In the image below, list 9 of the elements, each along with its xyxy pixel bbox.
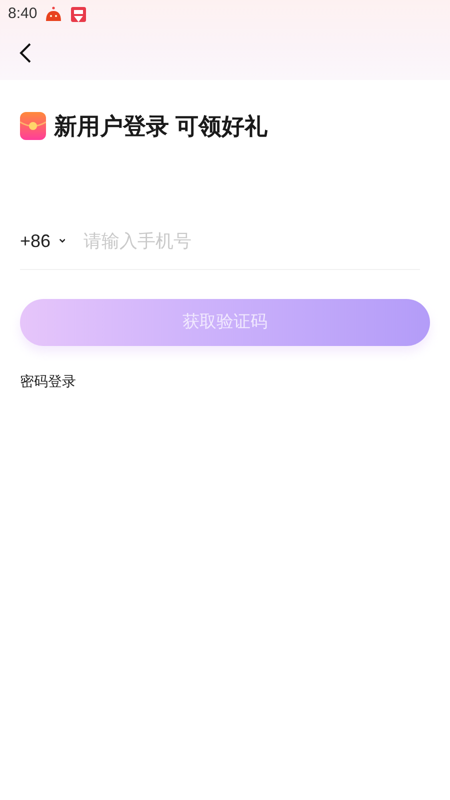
- notification-icon: [70, 6, 88, 23]
- caret-icon[interactable]: [58, 238, 66, 244]
- status-time: 8:40: [8, 4, 38, 24]
- notification-icon: [45, 6, 62, 23]
- page-title: 新用户登录 可领好礼: [54, 112, 268, 141]
- envelope-icon: [20, 111, 46, 142]
- country-code[interactable]: +86: [20, 228, 51, 254]
- back-icon[interactable]: [18, 42, 32, 64]
- password-login-link[interactable]: 密码登录: [20, 372, 76, 388]
